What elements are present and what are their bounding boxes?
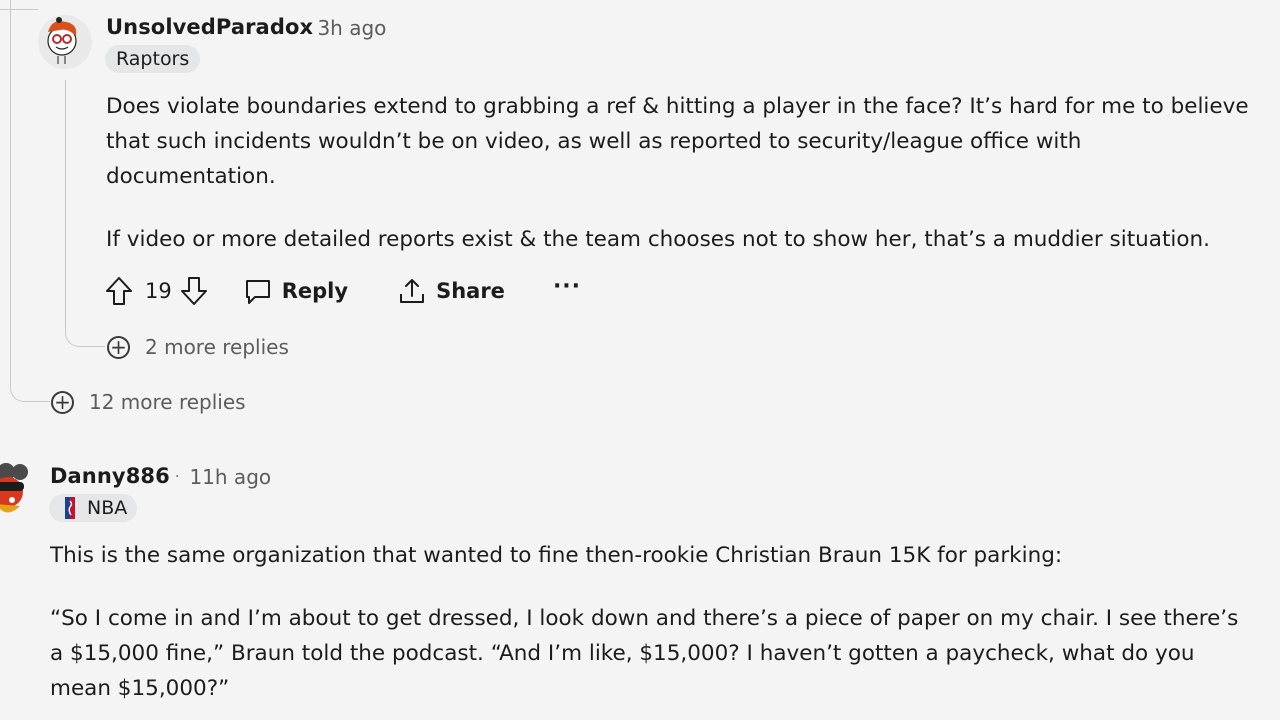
share-button[interactable]: Share: [398, 277, 505, 305]
upvote-arrow-icon: [105, 276, 133, 306]
comment-body: This is the same organization that wante…: [50, 538, 1238, 706]
comment-timestamp[interactable]: 11h ago: [189, 465, 271, 489]
parent-more-replies-button[interactable]: + 12 more replies: [51, 390, 246, 414]
avatar-unsolvedparadox[interactable]: [38, 12, 92, 70]
upvote-button[interactable]: [105, 276, 133, 306]
more-options-button[interactable]: ···: [553, 274, 581, 304]
downvote-arrow-icon: [180, 276, 208, 306]
reply-button[interactable]: Reply: [244, 277, 348, 305]
comment-paragraph-line: “So I come in and I’m about to get dress…: [50, 606, 1239, 631]
user-flair: Raptors: [105, 45, 201, 73]
comment-action-bar: 19 Reply Share ···: [105, 272, 581, 310]
comment-paragraph-line: a $15,000 fine,” Braun told the podcast.…: [50, 641, 1195, 666]
parent-more-replies-label: 12 more replies: [89, 390, 246, 414]
share-upload-icon: [398, 277, 426, 305]
reply-label: Reply: [281, 279, 349, 303]
more-replies-label: 2 more replies: [145, 335, 289, 359]
comment-thread: UnsolvedParadox · 3h ago Raptors Does vio…: [0, 0, 1280, 720]
plus-circle-icon: +: [107, 335, 130, 359]
comment-meta: · 3h ago: [303, 16, 386, 40]
comment-meta: · 11h ago: [175, 465, 271, 489]
share-label: Share: [436, 279, 505, 303]
vote-count: 19: [145, 279, 172, 303]
comment-username[interactable]: Danny886: [50, 464, 170, 488]
avatar-danny886[interactable]: [0, 460, 34, 522]
comment-paragraph-line: If video or more detailed reports exist …: [106, 227, 1210, 252]
plus-circle-icon: +: [51, 390, 74, 414]
comment-body: Does violate boundaries extend to grabbi…: [106, 89, 1249, 257]
nba-logo-icon: [65, 497, 75, 519]
comment-paragraph-line: Does violate boundaries extend to grabbi…: [106, 94, 1249, 119]
meta-separator: ·: [175, 469, 180, 485]
comment-paragraph-line: that such incidents wouldn’t be on video…: [106, 129, 1082, 154]
thread-line-comment[interactable]: [65, 80, 105, 347]
comment-paragraph-line: This is the same organization that wante…: [50, 543, 1063, 568]
speech-bubble-icon: [244, 277, 272, 305]
more-replies-button[interactable]: + 2 more replies: [107, 335, 289, 359]
more-options-icon: ···: [552, 273, 582, 299]
flair-label: NBA: [87, 497, 128, 519]
downvote-button[interactable]: [180, 276, 208, 306]
comment-username[interactable]: UnsolvedParadox: [106, 15, 313, 39]
comment-timestamp[interactable]: 3h ago: [317, 16, 386, 40]
meta-separator: ·: [303, 20, 308, 36]
user-flair: NBA: [49, 494, 138, 522]
comment-paragraph-line: mean $15,000?”: [50, 676, 230, 701]
comment-paragraph-line: documentation.: [106, 164, 276, 189]
